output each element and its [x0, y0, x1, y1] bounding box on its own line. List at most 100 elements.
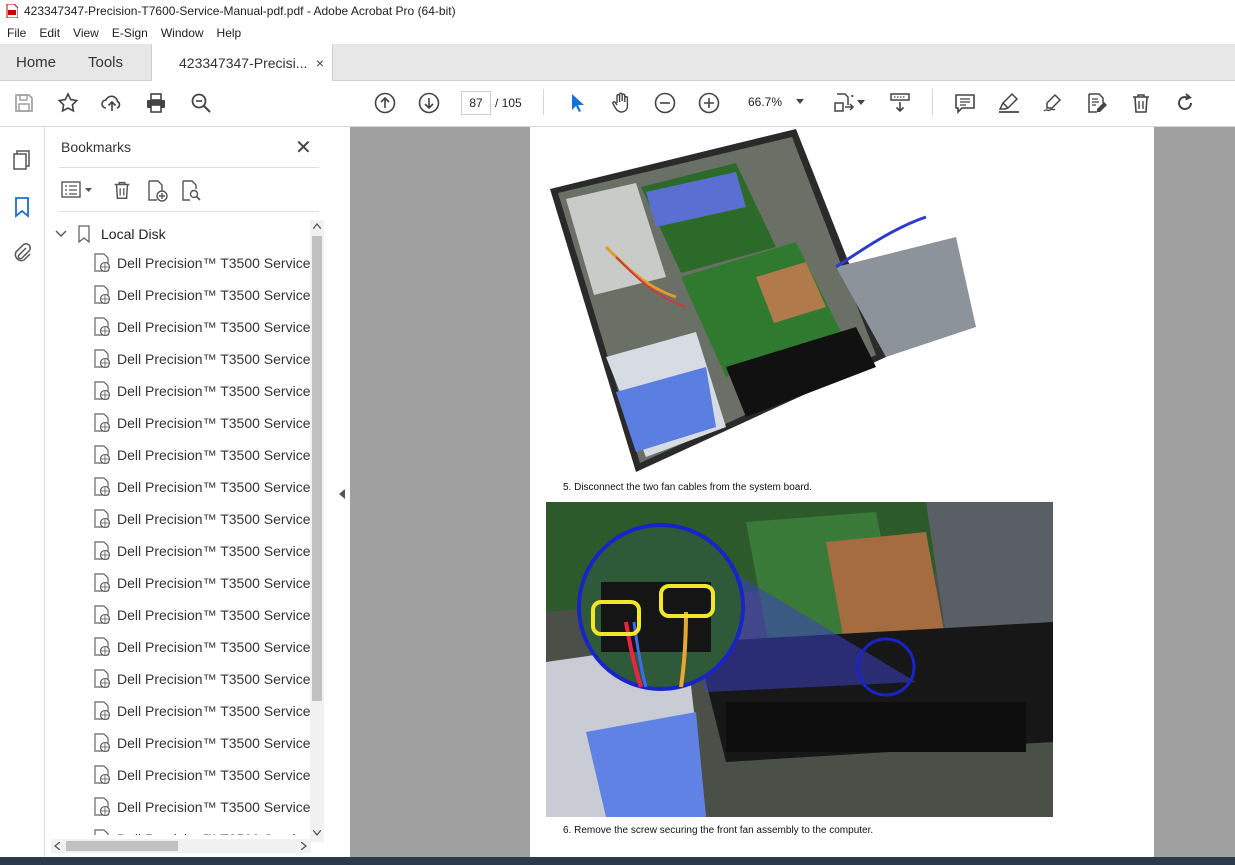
tab-document-label: 423347347-Precisi... — [179, 54, 308, 71]
zoom-search-icon[interactable] — [189, 91, 213, 115]
zoom-out-icon[interactable] — [653, 91, 677, 115]
chevron-down-icon[interactable] — [55, 228, 67, 240]
bookmark-item[interactable]: Dell Precision™ T3500 Service — [93, 600, 311, 630]
zoom-select[interactable]: 66.7% — [740, 91, 808, 113]
bookmark-vertical-scrollbar[interactable] — [310, 220, 324, 842]
fit-page-chevron-icon[interactable] — [857, 100, 865, 106]
left-rail — [0, 127, 45, 865]
save-icon[interactable] — [12, 91, 36, 115]
menu-window[interactable]: Window — [154, 26, 210, 40]
bookmark-item[interactable]: Dell Precision™ T3500 Service — [93, 472, 311, 502]
bookmark-item[interactable]: Dell Precision™ T3500 Service — [93, 824, 311, 835]
bookmark-item[interactable]: Dell Precision™ T3500 Service — [93, 312, 311, 342]
comment-icon[interactable] — [953, 91, 977, 115]
bookmark-label: Dell Precision™ T3500 Service — [117, 799, 311, 815]
page-number-input[interactable]: 87 — [461, 91, 491, 115]
scroll-right-icon[interactable] — [301, 842, 307, 850]
tree-root-label: Local Disk — [101, 226, 166, 242]
menu-edit[interactable]: Edit — [32, 26, 66, 40]
web-link-page-icon — [94, 477, 111, 497]
scroll-down-icon[interactable] — [313, 830, 321, 836]
page-down-icon[interactable] — [417, 91, 441, 115]
bookmark-label: Dell Precision™ T3500 Service — [117, 767, 311, 783]
bookmark-item[interactable]: Dell Precision™ T3500 Service — [93, 696, 311, 726]
scroll-up-icon[interactable] — [313, 223, 321, 229]
bookmark-item[interactable]: Dell Precision™ T3500 Service — [93, 408, 311, 438]
bookmark-label: Dell Precision™ T3500 Service — [117, 671, 311, 687]
upload-icon[interactable] — [100, 91, 124, 115]
close-panel-icon[interactable]: ✕ — [295, 135, 312, 160]
rotate-icon[interactable] — [1173, 91, 1197, 115]
zoom-in-icon[interactable] — [697, 91, 721, 115]
taskbar — [0, 857, 1235, 865]
bookmark-item[interactable]: Dell Precision™ T3500 Service — [93, 376, 311, 406]
bookmark-item[interactable]: Dell Precision™ T3500 Service — [93, 440, 311, 470]
fit-page-icon[interactable] — [832, 91, 856, 115]
bookmark-icon — [78, 225, 90, 243]
bookmark-item[interactable]: Dell Precision™ T3500 Service — [93, 568, 311, 598]
sign-icon[interactable] — [1041, 91, 1065, 115]
bookmark-item[interactable]: Dell Precision™ T3500 Service — [93, 504, 311, 534]
main-toolbar — [0, 81, 1235, 127]
tab-home[interactable]: Home — [16, 44, 56, 80]
edit-pdf-icon[interactable] — [1085, 91, 1109, 115]
bookmark-label: Dell Precision™ T3500 Service — [117, 415, 311, 431]
close-tab-icon[interactable]: × — [316, 55, 324, 71]
collapse-left-icon[interactable] — [338, 489, 346, 499]
page-thumbnails-icon[interactable] — [11, 149, 33, 171]
hand-icon[interactable] — [609, 91, 633, 115]
tree-root-local-disk[interactable]: Local Disk — [55, 220, 166, 248]
new-bookmark-icon[interactable] — [145, 179, 169, 203]
bookmark-horizontal-scrollbar[interactable] — [51, 839, 311, 853]
panel-title: Bookmarks — [61, 139, 132, 155]
delete-icon[interactable] — [1129, 91, 1153, 115]
step-6-text: 6. Remove the screw securing the front f… — [563, 825, 874, 836]
web-link-page-icon — [94, 605, 111, 625]
bookmark-item[interactable]: Dell Precision™ T3500 Service — [93, 536, 311, 566]
menu-view[interactable]: View — [66, 26, 105, 40]
scroll-thumb[interactable] — [312, 236, 322, 701]
menu-help[interactable]: Help — [210, 26, 248, 40]
tab-tools[interactable]: Tools — [88, 44, 123, 80]
bookmark-label: Dell Precision™ T3500 Service — [117, 351, 311, 367]
web-link-page-icon — [94, 733, 111, 753]
scroll-left-icon[interactable] — [54, 842, 60, 850]
select-arrow-icon[interactable] — [565, 91, 589, 115]
bookmark-item[interactable]: Dell Precision™ T3500 Service — [93, 728, 311, 758]
bookmark-label: Dell Precision™ T3500 Service — [117, 479, 311, 495]
highlight-icon[interactable] — [997, 91, 1021, 115]
page-up-icon[interactable] — [373, 91, 397, 115]
web-link-page-icon — [94, 381, 111, 401]
document-viewer[interactable]: 5. Disconnect the two fan cables from th… — [350, 127, 1235, 865]
bookmark-item[interactable]: Dell Precision™ T3500 Service — [93, 280, 311, 310]
menu-esign[interactable]: E-Sign — [105, 26, 154, 40]
menu-file[interactable]: File — [0, 26, 32, 40]
web-link-page-icon — [94, 797, 111, 817]
options-menu-icon[interactable] — [61, 180, 95, 200]
web-link-page-icon — [94, 637, 111, 657]
scroll-thumb[interactable] — [66, 841, 178, 851]
bookmark-item[interactable]: Dell Precision™ T3500 Service — [93, 664, 311, 694]
panel-collapse-strip[interactable] — [335, 127, 350, 865]
scroll-mode-icon[interactable] — [888, 91, 912, 115]
attachment-icon[interactable] — [11, 242, 33, 264]
toolbar-divider — [543, 89, 544, 115]
bookmark-item[interactable]: Dell Precision™ T3500 Service — [93, 792, 311, 822]
tab-document[interactable]: 423347347-Precisi... × — [151, 44, 333, 81]
star-icon[interactable] — [56, 91, 80, 115]
bookmark-item[interactable]: Dell Precision™ T3500 Service — [93, 632, 311, 662]
step-5-text: 5. Disconnect the two fan cables from th… — [563, 482, 813, 493]
print-icon[interactable] — [144, 91, 168, 115]
delete-bookmark-icon[interactable] — [111, 179, 133, 201]
pdf-page: 5. Disconnect the two fan cables from th… — [530, 127, 1154, 865]
bookmark-label: Dell Precision™ T3500 Service — [117, 511, 311, 527]
web-link-page-icon — [94, 765, 111, 785]
bookmark-item[interactable]: Dell Precision™ T3500 Service — [93, 760, 311, 790]
bookmark-label: Dell Precision™ T3500 Service — [117, 575, 311, 591]
acrobat-pdf-icon — [6, 4, 18, 18]
bookmark-panel-icon[interactable] — [11, 196, 33, 218]
find-bookmark-icon[interactable] — [179, 179, 203, 203]
bookmark-item[interactable]: Dell Precision™ T3500 Service — [93, 344, 311, 374]
bookmark-item[interactable]: Dell Precision™ T3500 Service — [93, 248, 311, 278]
bookmark-label: Dell Precision™ T3500 Service — [117, 255, 311, 271]
